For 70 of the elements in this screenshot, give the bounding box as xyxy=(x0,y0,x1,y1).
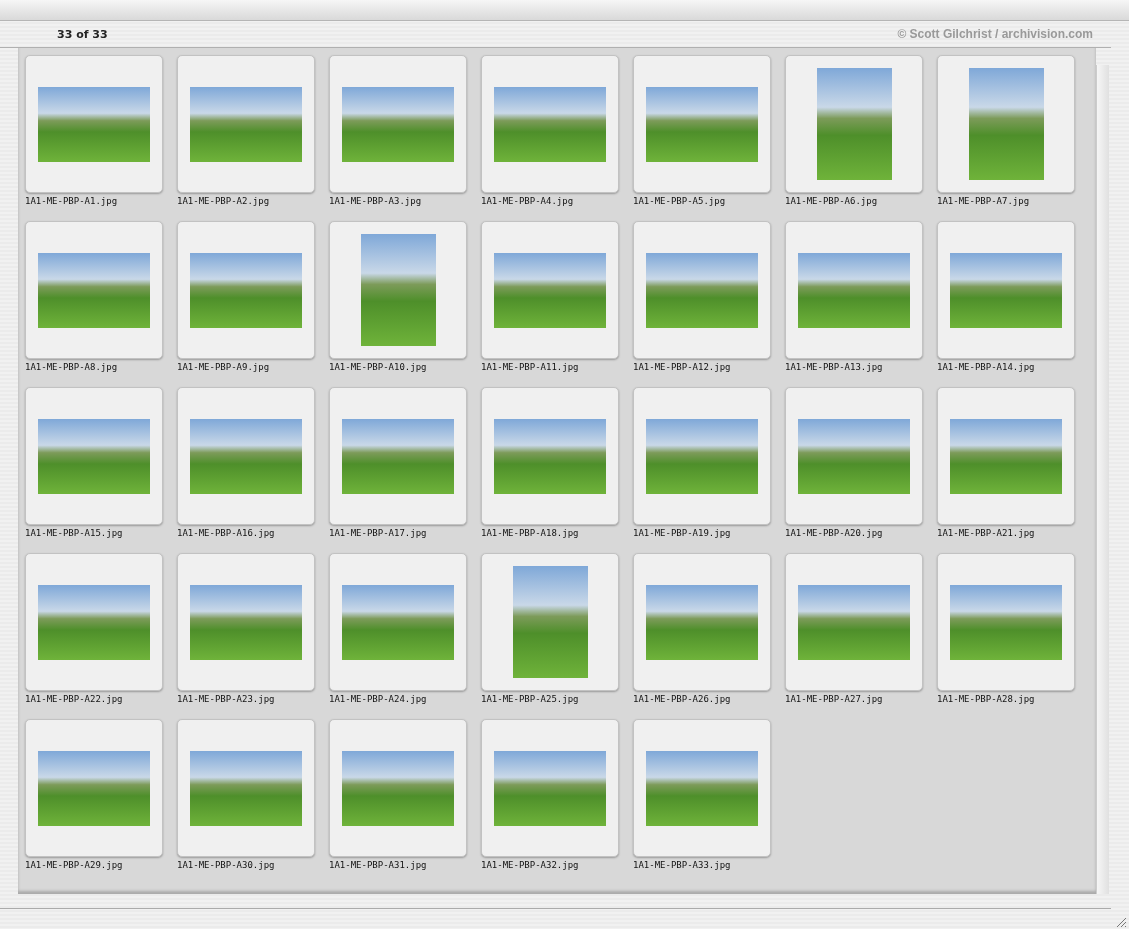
file-name: 1A1-ME-PBP-A2.jpg xyxy=(177,196,270,206)
file-name: 1A1-ME-PBP-A20.jpg xyxy=(785,528,883,538)
file-name: 1A1-ME-PBP-A26.jpg xyxy=(633,694,731,704)
thumbnail-frame[interactable] xyxy=(785,553,923,691)
thumbnail-frame[interactable] xyxy=(481,55,619,193)
file-name: 1A1-ME-PBP-A24.jpg xyxy=(329,694,427,704)
scrollbar[interactable] xyxy=(1096,65,1109,894)
thumbnail-frame[interactable] xyxy=(177,387,315,525)
file-name: 1A1-ME-PBP-A12.jpg xyxy=(633,362,731,372)
file-name: 1A1-ME-PBP-A11.jpg xyxy=(481,362,579,372)
image-counter: 33 of 33 xyxy=(57,27,108,41)
file-name: 1A1-ME-PBP-A3.jpg xyxy=(329,196,422,206)
file-name: 1A1-ME-PBP-A1.jpg xyxy=(25,196,118,206)
file-name: 1A1-ME-PBP-A17.jpg xyxy=(329,528,427,538)
thumbnail-frame[interactable] xyxy=(481,387,619,525)
file-name: 1A1-ME-PBP-A16.jpg xyxy=(177,528,275,538)
file-name: 1A1-ME-PBP-A19.jpg xyxy=(633,528,731,538)
file-name: 1A1-ME-PBP-A27.jpg xyxy=(785,694,883,704)
file-name: 1A1-ME-PBP-A13.jpg xyxy=(785,362,883,372)
file-name: 1A1-ME-PBP-A25.jpg xyxy=(481,694,579,704)
thumbnail-frame[interactable] xyxy=(329,387,467,525)
file-name: 1A1-ME-PBP-A4.jpg xyxy=(481,196,574,206)
file-name: 1A1-ME-PBP-A10.jpg xyxy=(329,362,427,372)
file-name: 1A1-ME-PBP-A7.jpg xyxy=(937,196,1030,206)
thumbnail-frame[interactable] xyxy=(177,553,315,691)
thumbnail-frame[interactable] xyxy=(25,55,163,193)
thumbnail-frame[interactable] xyxy=(329,221,467,359)
thumbnail-frame[interactable] xyxy=(785,221,923,359)
thumbnail-frame[interactable] xyxy=(785,387,923,525)
thumbnail-frame[interactable] xyxy=(937,221,1075,359)
photo-credit: © Scott Gilchrist / archivision.com xyxy=(897,27,1093,41)
file-name: 1A1-ME-PBP-A23.jpg xyxy=(177,694,275,704)
thumbnail-frame[interactable] xyxy=(633,553,771,691)
thumbnail-frame[interactable] xyxy=(329,719,467,857)
thumbnail-frame[interactable] xyxy=(481,719,619,857)
thumbnail-frame[interactable] xyxy=(633,719,771,857)
resize-grip-icon[interactable] xyxy=(1115,916,1127,928)
thumbnail-frame[interactable] xyxy=(25,221,163,359)
file-name: 1A1-ME-PBP-A9.jpg xyxy=(177,362,270,372)
file-name: 1A1-ME-PBP-A18.jpg xyxy=(481,528,579,538)
file-name: 1A1-ME-PBP-A15.jpg xyxy=(25,528,123,538)
file-name: 1A1-ME-PBP-A22.jpg xyxy=(25,694,123,704)
thumbnail-frame[interactable] xyxy=(937,387,1075,525)
thumbnail-frame[interactable] xyxy=(177,719,315,857)
thumbnail-frame[interactable] xyxy=(633,221,771,359)
file-name: 1A1-ME-PBP-A33.jpg xyxy=(633,860,731,870)
thumbnail-frame[interactable] xyxy=(633,387,771,525)
file-name: 1A1-ME-PBP-A5.jpg xyxy=(633,196,726,206)
file-name: 1A1-ME-PBP-A21.jpg xyxy=(937,528,1035,538)
thumbnail-frame[interactable] xyxy=(25,719,163,857)
thumbnail-frame[interactable] xyxy=(785,55,923,193)
thumbnail-frame[interactable] xyxy=(481,221,619,359)
file-name: 1A1-ME-PBP-A29.jpg xyxy=(25,860,123,870)
thumbnail-frame[interactable] xyxy=(329,553,467,691)
file-name: 1A1-ME-PBP-A14.jpg xyxy=(937,362,1035,372)
thumbnail-frame[interactable] xyxy=(937,553,1075,691)
thumbnail-frame[interactable] xyxy=(177,55,315,193)
file-name: 1A1-ME-PBP-A31.jpg xyxy=(329,860,427,870)
file-name: 1A1-ME-PBP-A6.jpg xyxy=(785,196,878,206)
thumbnail-frame[interactable] xyxy=(329,55,467,193)
thumbnail-frame[interactable] xyxy=(25,553,163,691)
file-name: 1A1-ME-PBP-A32.jpg xyxy=(481,860,579,870)
thumbnail-frame[interactable] xyxy=(633,55,771,193)
thumbnail-frame[interactable] xyxy=(177,221,315,359)
thumbnail-frame[interactable] xyxy=(937,55,1075,193)
thumbnail-frame[interactable] xyxy=(25,387,163,525)
thumbnail-frame[interactable] xyxy=(481,553,619,691)
file-name: 1A1-ME-PBP-A30.jpg xyxy=(177,860,275,870)
file-name: 1A1-ME-PBP-A28.jpg xyxy=(937,694,1035,704)
file-name: 1A1-ME-PBP-A8.jpg xyxy=(25,362,118,372)
